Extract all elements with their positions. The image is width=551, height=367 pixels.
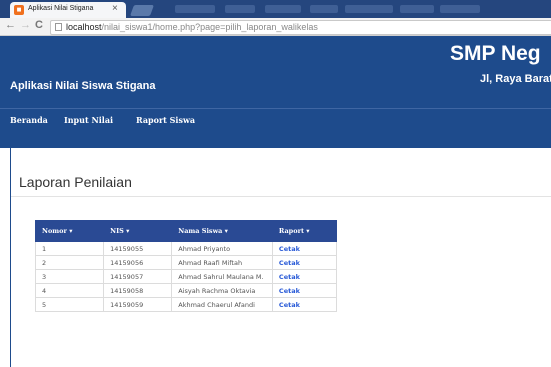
tab-close-icon[interactable]: ×: [112, 3, 118, 14]
sort-icon: ▾: [69, 227, 73, 235]
nav-item-beranda[interactable]: Beranda: [10, 115, 48, 125]
page-icon: [55, 23, 62, 31]
cell-nis: 14159059: [103, 297, 173, 312]
bookmark-placeholder: [310, 5, 338, 13]
tab-title: Aplikasi Nilai Stigana: [28, 5, 94, 12]
school-address: Jl, Raya Barat I: [480, 73, 551, 85]
column-header-nis[interactable]: NIS ▾: [103, 220, 173, 242]
cetak-link[interactable]: Cetak: [279, 287, 300, 295]
back-icon[interactable]: ←: [5, 19, 16, 31]
cell-nama: Ahmad Sahrul Maulana M.: [171, 269, 273, 284]
nav-item-input-nilai[interactable]: Input Nilai: [64, 115, 113, 125]
table-row: 5 14159059 Akhmad Chaerul Afandi Cetak: [34, 297, 338, 312]
cell-nomor: 3: [34, 269, 105, 284]
new-tab-button[interactable]: [129, 5, 155, 16]
cetak-link[interactable]: Cetak: [279, 273, 300, 281]
cell-nomor: 4: [34, 283, 105, 298]
cell-nomor: 1: [34, 241, 105, 256]
address-bar[interactable]: localhost/nilai_siswa1/home.php?page=pil…: [50, 20, 551, 35]
table-row: 3 14159057 Ahmad Sahrul Maulana M. Cetak: [34, 269, 338, 284]
divider: [11, 196, 551, 197]
cell-nis: 14159057: [103, 269, 173, 284]
url-text: localhost/nilai_siswa1/home.php?page=pil…: [66, 22, 318, 32]
sort-icon: ▾: [306, 227, 310, 235]
cetak-link[interactable]: Cetak: [279, 245, 300, 253]
bookmark-placeholder: [400, 5, 434, 13]
browser-tab[interactable]: ■ Aplikasi Nilai Stigana ×: [10, 2, 126, 18]
browser-tab-bar: ■ Aplikasi Nilai Stigana ×: [0, 0, 551, 18]
main-content: Laporan Penilaian Nomor ▾ NIS ▾ Nama Sis…: [11, 148, 551, 367]
app-header: Aplikasi Nilai Siswa Stigana SMP Neg Jl,…: [0, 36, 551, 108]
cell-nama: Ahmad Raafi Miftah: [171, 255, 273, 270]
cell-raport: Cetak: [271, 241, 338, 256]
cell-nis: 14159058: [103, 283, 173, 298]
cell-nomor: 5: [34, 297, 105, 312]
table-row: 1 14159055 Ahmad Priyanto Cetak: [34, 241, 338, 256]
report-table: Nomor ▾ NIS ▾ Nama Siswa ▾ Raport ▾ 1 14…: [34, 220, 338, 312]
column-header-nama-siswa[interactable]: Nama Siswa ▾: [171, 220, 273, 242]
cell-nama: Ahmad Priyanto: [171, 241, 273, 256]
cell-nomor: 2: [34, 255, 105, 270]
browser-toolbar: ← → C localhost/nilai_siswa1/home.php?pa…: [0, 18, 551, 36]
sort-icon: ▾: [126, 227, 130, 235]
table-header-row: Nomor ▾ NIS ▾ Nama Siswa ▾ Raport ▾: [34, 220, 338, 242]
table-row: 4 14159058 Aisyah Rachma Oktavia Cetak: [34, 283, 338, 298]
app-favicon-icon: ■: [14, 5, 24, 15]
sort-icon: ▾: [224, 227, 228, 235]
bookmark-placeholder: [175, 5, 215, 13]
column-header-raport[interactable]: Raport ▾: [271, 220, 338, 242]
app-title: Aplikasi Nilai Siswa Stigana: [10, 80, 156, 92]
nav-item-raport-siswa[interactable]: Raport Siswa: [136, 115, 195, 125]
school-name: SMP Neg: [450, 42, 541, 65]
cell-nama: Akhmad Chaerul Afandi: [171, 297, 273, 312]
bookmark-placeholder: [265, 5, 301, 13]
forward-icon[interactable]: →: [20, 19, 31, 31]
cell-nis: 14159056: [103, 255, 173, 270]
main-nav: Beranda Input Nilai Raport Siswa: [0, 108, 551, 131]
page-title: Laporan Penilaian: [19, 174, 132, 190]
cell-nama: Aisyah Rachma Oktavia: [171, 283, 273, 298]
header-band: [0, 131, 551, 148]
bookmark-placeholder: [345, 5, 393, 13]
cell-raport: Cetak: [271, 297, 338, 312]
cetak-link[interactable]: Cetak: [279, 301, 300, 309]
cell-raport: Cetak: [271, 255, 338, 270]
table-row: 2 14159056 Ahmad Raafi Miftah Cetak: [34, 255, 338, 270]
column-header-nomor[interactable]: Nomor ▾: [34, 220, 105, 242]
cell-nis: 14159055: [103, 241, 173, 256]
cell-raport: Cetak: [271, 283, 338, 298]
reload-icon[interactable]: C: [35, 19, 43, 31]
bookmark-placeholder: [440, 5, 480, 13]
cell-raport: Cetak: [271, 269, 338, 284]
cetak-link[interactable]: Cetak: [279, 259, 300, 267]
bookmark-placeholder: [225, 5, 255, 13]
